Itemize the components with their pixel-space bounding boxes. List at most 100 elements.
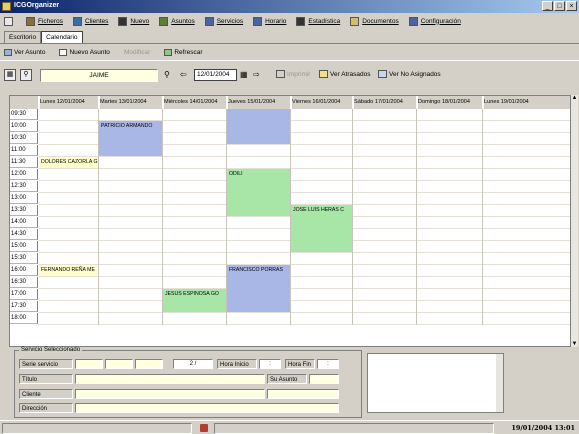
menu-item-5[interactable]: Horario	[253, 16, 286, 26]
column-gridline	[352, 109, 353, 325]
menu-item-6[interactable]: Estadística	[296, 16, 341, 26]
menu-item-0[interactable]: Ficheros	[26, 16, 63, 26]
serie-field-3[interactable]	[135, 359, 163, 369]
row-gridline	[38, 168, 570, 169]
calendar-event[interactable]: JESUS ESPINOSA GO	[163, 289, 226, 312]
user-field[interactable]: JAIME	[40, 69, 158, 82]
close-box-icon	[4, 16, 13, 26]
title-bar[interactable]: ICGOrganizer _ □ ×	[0, 0, 579, 13]
time-slot-label: 18:00	[10, 313, 38, 324]
day-header[interactable]: Jueves 15/01/2004	[228, 96, 290, 109]
row-gridline	[38, 180, 570, 181]
tab-escritorio[interactable]: Escritorio	[4, 31, 42, 43]
day-header[interactable]: Lunes 12/01/2004	[40, 96, 98, 109]
day-header[interactable]: Lunes 19/01/2004	[484, 96, 570, 109]
status-clock: 19/01/2004 13:01	[511, 424, 575, 432]
tab-bar: Escritorio Calendario	[4, 31, 83, 43]
ver-atrasados-button[interactable]: Ver Atrasados	[319, 70, 370, 78]
filter-row: ▦ ⚲ JAIME ⚲ ⇦ 12/01/2004 ▦ ⇨ Imprimir Ve…	[4, 68, 579, 84]
menu-item-1[interactable]: Clientes	[72, 16, 108, 26]
calendar-view-icon[interactable]: ▦	[4, 69, 16, 81]
new-document-icon	[59, 49, 68, 56]
time-slot-label: 17:30	[10, 301, 38, 312]
minimize-button[interactable]: _	[542, 1, 553, 11]
calendar-event[interactable]: FERNANDO REÑA ME	[39, 265, 98, 276]
ver-no-asignados-button[interactable]: Ver No Asignados	[378, 70, 441, 78]
app-icon	[2, 2, 11, 11]
close-button[interactable]: ×	[566, 1, 577, 11]
calendar-event[interactable]: ODILI	[227, 169, 290, 216]
time-slot-label: 14:30	[10, 229, 38, 240]
modificar-button[interactable]: Modificar	[124, 49, 150, 56]
time-slot-label: 16:00	[10, 265, 38, 276]
arrow-left-icon[interactable]: ⇦	[180, 70, 187, 80]
hora-fin-field[interactable]: :	[317, 359, 339, 369]
day-header[interactable]: Viernes 16/01/2004	[292, 96, 352, 109]
time-slot-label: 16:30	[10, 277, 38, 288]
titulo-field[interactable]	[75, 374, 265, 384]
column-gridline	[482, 109, 483, 325]
scroll-down-icon[interactable]: ▼	[571, 341, 578, 347]
time-slot-label: 11:30	[10, 157, 38, 168]
arrow-right-icon[interactable]: ⇨	[253, 70, 260, 80]
tab-divider	[0, 43, 579, 44]
ver-asunto-button[interactable]: Ver Asunto	[4, 49, 45, 56]
calendar-event[interactable]	[227, 109, 290, 144]
day-header[interactable]: Martes 13/01/2004	[100, 96, 162, 109]
day-header[interactable]: Sábado 17/01/2004	[354, 96, 416, 109]
window-title: ICGOrganizer	[14, 2, 60, 9]
day-header[interactable]: Domingo 18/01/2004	[418, 96, 482, 109]
nuevo-asunto-button[interactable]: Nuevo Asunto	[59, 49, 110, 56]
menu-item-7[interactable]: Documentos	[350, 16, 399, 26]
notes-textarea[interactable]	[367, 353, 504, 413]
calendar-event[interactable]: JOSE LUIS HERAS C	[291, 205, 352, 252]
menu-bar: Ficheros Clientes Nuevo Asuntos Servicios Hor…	[0, 13, 579, 29]
calendar-scrollbar[interactable]: ▲ ▼	[571, 95, 578, 347]
tab-calendario[interactable]: Calendario	[41, 31, 83, 43]
su-asunto-field[interactable]	[309, 374, 339, 384]
modificar-label: Modificar	[123, 49, 151, 56]
day-header[interactable]: Miércoles 14/01/2004	[164, 96, 226, 109]
maximize-button[interactable]: □	[554, 1, 565, 11]
time-slot-label: 12:30	[10, 181, 38, 192]
time-slot-label: 13:00	[10, 193, 38, 204]
notes-scrollbar[interactable]	[496, 354, 503, 412]
refrescar-button[interactable]: Refrescar	[164, 49, 203, 56]
menu-label: Estadística	[308, 17, 341, 25]
row-gridline	[38, 324, 570, 325]
menu-label: Nuevo	[130, 17, 150, 25]
menu-item-4[interactable]: Servicios	[204, 16, 244, 26]
calendar-event[interactable]: DOLORES CAZORLA G	[39, 157, 98, 168]
date-picker-icon[interactable]: ▦	[240, 70, 248, 80]
calendar-event[interactable]: FRANCISCO PORRAS	[227, 265, 290, 312]
calendar-grid[interactable]: Lunes 12/01/2004 Martes 13/01/2004 Miércol…	[9, 95, 571, 347]
scroll-up-icon[interactable]: ▲	[571, 95, 578, 101]
date-field[interactable]: 12/01/2004	[194, 69, 237, 81]
menu-label: Servicios	[216, 17, 244, 25]
direccion-label: Dirección	[19, 403, 73, 413]
menu-system[interactable]	[4, 16, 16, 26]
cliente-extra-field[interactable]	[267, 389, 339, 399]
direccion-field[interactable]	[75, 403, 339, 413]
serie-field-2[interactable]	[105, 359, 133, 369]
search-icon[interactable]: ⚲	[164, 70, 170, 80]
calendar-event[interactable]: PATRICIO ARMANDO	[99, 121, 162, 156]
menu-item-3[interactable]: Asuntos	[159, 16, 195, 26]
menu-item-2[interactable]: Nuevo	[118, 16, 150, 26]
cliente-field[interactable]	[75, 389, 265, 399]
nuevo-asunto-label: Nuevo Asunto	[69, 49, 110, 56]
hora-inicio-field[interactable]: :	[259, 359, 281, 369]
status-cell-middle	[214, 423, 494, 434]
menu-item-8[interactable]: Configuración	[408, 16, 461, 26]
user-search-icon[interactable]: ⚲	[20, 69, 32, 81]
time-slot-label: 14:00	[10, 217, 38, 228]
late-icon	[319, 70, 328, 78]
time-slot-label: 13:30	[10, 205, 38, 216]
imprimir-button[interactable]: Imprimir	[276, 70, 310, 78]
row-gridline	[38, 252, 570, 253]
service-date-field[interactable]: 2 /	[173, 359, 213, 369]
row-gridline	[38, 156, 570, 157]
cliente-label: Cliente	[19, 389, 73, 399]
time-slot-label: 15:00	[10, 241, 38, 252]
serie-field-1[interactable]	[75, 359, 103, 369]
